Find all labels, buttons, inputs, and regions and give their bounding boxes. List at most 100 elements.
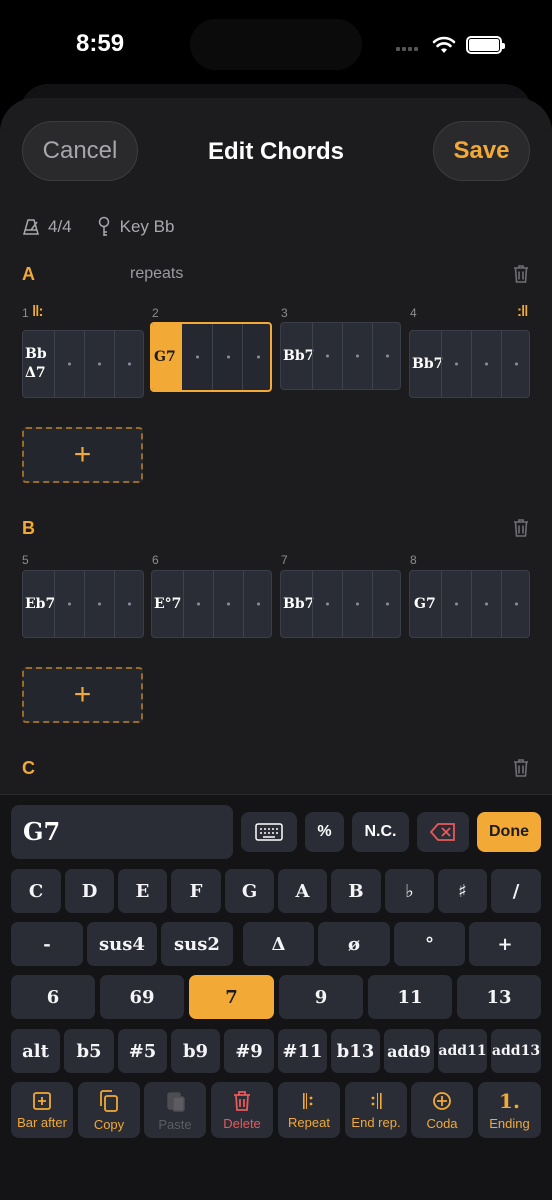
- key-root[interactable]: D: [65, 869, 114, 913]
- key-quality[interactable]: +: [469, 922, 541, 966]
- key-extension-selected[interactable]: 7: [189, 975, 274, 1019]
- time-signature[interactable]: 4/4: [48, 217, 72, 237]
- battery-icon: [466, 36, 505, 54]
- key-alteration[interactable]: b5: [64, 1029, 114, 1073]
- key-quality[interactable]: Δ: [243, 922, 314, 966]
- repeat-button[interactable]: Repeat: [278, 1082, 340, 1138]
- plus-square-icon: [33, 1091, 51, 1110]
- ending-icon: 1.: [499, 1088, 520, 1113]
- key-extension[interactable]: 13: [457, 975, 541, 1019]
- keyboard-icon: [255, 823, 283, 841]
- key-sharp[interactable]: ♯: [438, 869, 487, 913]
- delete-button[interactable]: Delete: [211, 1082, 273, 1138]
- repeat-start-icon: [303, 1092, 313, 1109]
- key-root[interactable]: C: [11, 869, 61, 913]
- add-measure-button[interactable]: +: [22, 427, 143, 483]
- coda-button[interactable]: Coda: [411, 1082, 473, 1138]
- backspace-icon: [430, 823, 455, 841]
- copy-icon: [100, 1089, 118, 1112]
- bar-number: 8: [410, 553, 417, 567]
- song-key[interactable]: Key Bb: [120, 217, 175, 237]
- trash-icon[interactable]: [512, 264, 530, 284]
- measure[interactable]: Eb7: [22, 570, 144, 638]
- key-alteration[interactable]: add11: [438, 1029, 487, 1073]
- measure-chord: E°7: [154, 596, 182, 612]
- backspace-button[interactable]: [417, 812, 469, 852]
- status-bar: 8:59: [0, 0, 552, 90]
- trash-icon[interactable]: [512, 758, 530, 778]
- dynamic-island: [190, 19, 362, 70]
- key-alteration[interactable]: #11: [278, 1029, 327, 1073]
- bar-number: 6: [152, 553, 159, 567]
- key-quality[interactable]: ø: [318, 922, 390, 966]
- key-alteration[interactable]: b9: [171, 1029, 220, 1073]
- key-extension[interactable]: 69: [100, 975, 184, 1019]
- section-letter[interactable]: B: [22, 518, 35, 539]
- key-slash[interactable]: /: [491, 869, 541, 913]
- bar-number: 2: [152, 306, 159, 320]
- key-extension[interactable]: 11: [368, 975, 452, 1019]
- no-chord-button[interactable]: N.C.: [352, 812, 409, 852]
- add-measure-button[interactable]: +: [22, 667, 143, 723]
- key-quality[interactable]: sus2: [161, 922, 233, 966]
- key-alteration[interactable]: b13: [331, 1029, 380, 1073]
- section-a-header: A repeats: [22, 264, 530, 288]
- bar-number: 7: [281, 553, 288, 567]
- end-repeat-button[interactable]: End rep.: [345, 1082, 407, 1138]
- copy-button[interactable]: Copy: [78, 1082, 140, 1138]
- status-time: 8:59: [76, 30, 125, 57]
- section-letter[interactable]: C: [22, 758, 35, 779]
- measure-chord: Bb7: [283, 348, 315, 364]
- key-alteration[interactable]: #9: [224, 1029, 274, 1073]
- repeat-start-mark: ‖:: [32, 303, 44, 320]
- key-root[interactable]: E: [118, 869, 167, 913]
- ending-button[interactable]: 1. Ending: [478, 1082, 541, 1138]
- key-alteration[interactable]: add13: [491, 1029, 541, 1073]
- key-root[interactable]: G: [225, 869, 274, 913]
- measure[interactable]: E°7: [151, 570, 272, 638]
- key-quality[interactable]: -: [11, 922, 83, 966]
- key-extension[interactable]: 9: [279, 975, 363, 1019]
- done-button[interactable]: Done: [477, 812, 541, 852]
- measure-chord: Eb7: [25, 596, 56, 612]
- measure-chord: Bb7: [283, 596, 315, 612]
- measure[interactable]: Bb7: [409, 330, 530, 398]
- measure-chord: G7: [152, 324, 182, 390]
- key-root[interactable]: B: [331, 869, 381, 913]
- bar-number: 4: [410, 306, 417, 320]
- section-letter[interactable]: A: [22, 264, 35, 285]
- measure[interactable]: G7: [409, 570, 530, 638]
- paste-button[interactable]: Paste: [144, 1082, 206, 1138]
- key-alteration[interactable]: #5: [118, 1029, 167, 1073]
- section-c-header: C: [22, 758, 530, 782]
- metronome-icon: [22, 218, 40, 236]
- measure[interactable]: Bb7: [280, 322, 401, 390]
- key-flat[interactable]: ♭: [385, 869, 434, 913]
- cellular-signal-icon: [396, 47, 418, 51]
- key-root[interactable]: A: [278, 869, 327, 913]
- song-meta: 4/4 Key Bb: [22, 216, 174, 238]
- trash-icon: [234, 1090, 250, 1111]
- measure[interactable]: Bb7: [280, 570, 401, 638]
- trash-icon[interactable]: [512, 518, 530, 538]
- repeat-end-mark: :‖: [517, 303, 529, 320]
- save-button[interactable]: Save: [433, 121, 530, 181]
- key-icon: [96, 216, 112, 238]
- edit-chords-sheet: Cancel Edit Chords Save 4/4 Key Bb A rep…: [0, 98, 552, 1200]
- measure-selected[interactable]: G7: [150, 322, 272, 392]
- keyboard-toggle-button[interactable]: [241, 812, 297, 852]
- key-quality[interactable]: °: [394, 922, 465, 966]
- key-root[interactable]: F: [171, 869, 221, 913]
- section-note[interactable]: repeats: [130, 265, 183, 283]
- bar-after-button[interactable]: Bar after: [11, 1082, 73, 1138]
- measure[interactable]: Bb Δ7: [22, 330, 144, 398]
- chord-keyboard: G7 % N.C. Done C D E F G A B ♭ ♯ / - sus…: [0, 794, 552, 1200]
- repeat-measure-button[interactable]: %: [305, 812, 344, 852]
- key-quality[interactable]: sus4: [87, 922, 157, 966]
- key-alteration[interactable]: alt: [11, 1029, 60, 1073]
- repeat-end-icon: [371, 1092, 382, 1109]
- key-extension[interactable]: 6: [11, 975, 95, 1019]
- bar-number: 3: [281, 306, 288, 320]
- key-alteration[interactable]: add9: [384, 1029, 434, 1073]
- chord-input[interactable]: G7: [11, 805, 233, 859]
